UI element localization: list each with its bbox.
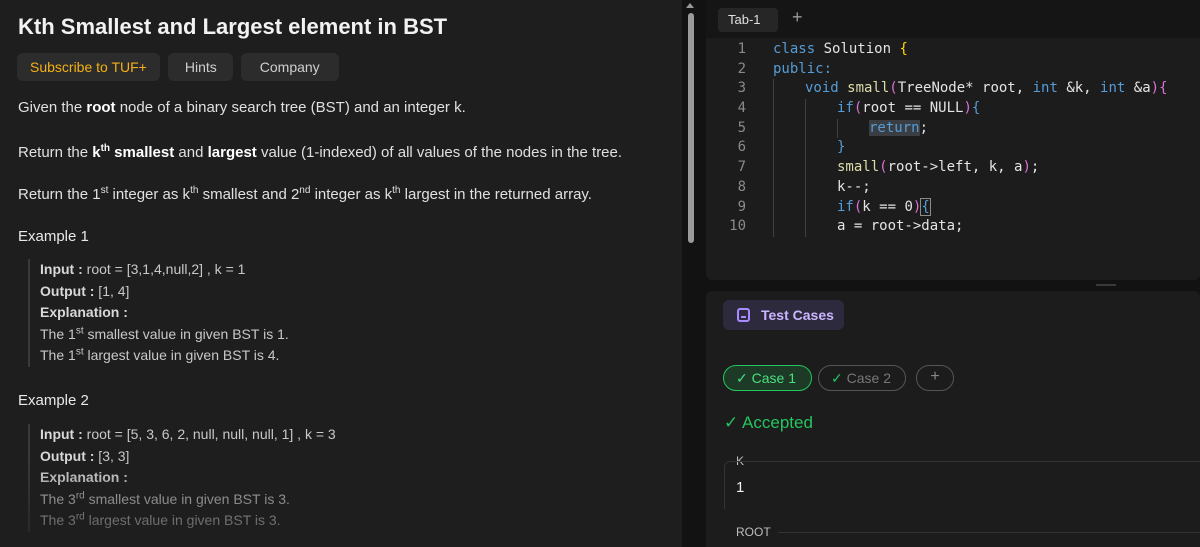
code-line: 3 void small(TreeNode* root, int &k, int … bbox=[706, 79, 1200, 100]
code-editor: Tab-1 + 1 class Solution { 2 public: 3 void… bbox=[706, 0, 1200, 280]
check-icon: ✓ bbox=[831, 370, 843, 386]
add-case-button[interactable]: + bbox=[916, 365, 954, 391]
editor-tab-1[interactable]: Tab-1 bbox=[718, 8, 778, 32]
code-line: 2 public: bbox=[737, 60, 833, 77]
vertical-resize-handle[interactable] bbox=[1096, 284, 1116, 286]
code-line: 9 if(k == 0){ bbox=[706, 197, 1200, 218]
field-k-value[interactable]: 1 bbox=[736, 479, 744, 496]
field-root-border bbox=[778, 532, 1200, 547]
scrollbar-thumb[interactable] bbox=[688, 13, 694, 243]
problem-panel: Kth Smallest and Largest element in BST … bbox=[0, 0, 682, 547]
test-cases-panel: Test Cases ✓ Case 1 ✓ Case 2 + ✓ Accepte… bbox=[706, 291, 1200, 547]
subscribe-button[interactable]: Subscribe to TUF+ bbox=[17, 53, 160, 81]
example-1-title: Example 1 bbox=[18, 228, 89, 245]
example-1-block: Input : root = [3,1,4,null,2] , k = 1 Ou… bbox=[28, 259, 289, 367]
description-paragraph-2: Return the kth smallest and largest valu… bbox=[18, 143, 623, 162]
code-line: 6} bbox=[706, 138, 1200, 159]
code-line: 5 return; bbox=[706, 118, 1200, 139]
problem-chips: Subscribe to TUF+ Hints Company bbox=[17, 53, 339, 81]
example-2-title: Example 2 bbox=[18, 392, 89, 409]
scroll-up-arrow-icon[interactable] bbox=[686, 3, 694, 8]
code-line: 10 a = root->data; bbox=[706, 217, 1200, 237]
check-icon: ✓ bbox=[724, 413, 739, 432]
result-status: ✓ Accepted bbox=[724, 413, 813, 432]
code-line: 1 class Solution { bbox=[737, 41, 908, 57]
description-paragraph-3: Return the 1st integer as kth smallest a… bbox=[18, 185, 592, 204]
test-case-icon bbox=[737, 308, 750, 322]
example-2-block: Input : root = [5, 3, 6, 2, null, null, … bbox=[28, 424, 336, 532]
test-cases-button[interactable]: Test Cases bbox=[723, 300, 844, 330]
description-paragraph-1: Given the root node of a binary search t… bbox=[18, 99, 466, 116]
add-tab-icon[interactable]: + bbox=[792, 7, 803, 28]
code-line: 7 small(root->left, k, a); bbox=[706, 158, 1200, 178]
case-1-tab[interactable]: ✓ Case 1 bbox=[723, 365, 812, 391]
field-root-label: ROOT bbox=[736, 525, 771, 539]
hints-button[interactable]: Hints bbox=[167, 53, 233, 81]
editor-tab-bar: Tab-1 + bbox=[706, 0, 1200, 38]
case-2-tab[interactable]: ✓ Case 2 bbox=[818, 365, 906, 391]
field-k-box bbox=[724, 461, 1200, 509]
problem-title: Kth Smallest and Largest element in BST bbox=[18, 14, 448, 39]
company-button[interactable]: Company bbox=[240, 53, 339, 81]
code-line: 4 if(root == NULL){ bbox=[706, 99, 1200, 119]
code-area[interactable]: 1 class Solution { 2 public: 3 void small(T… bbox=[706, 40, 1200, 237]
code-line: 8 k--; bbox=[706, 177, 1200, 198]
